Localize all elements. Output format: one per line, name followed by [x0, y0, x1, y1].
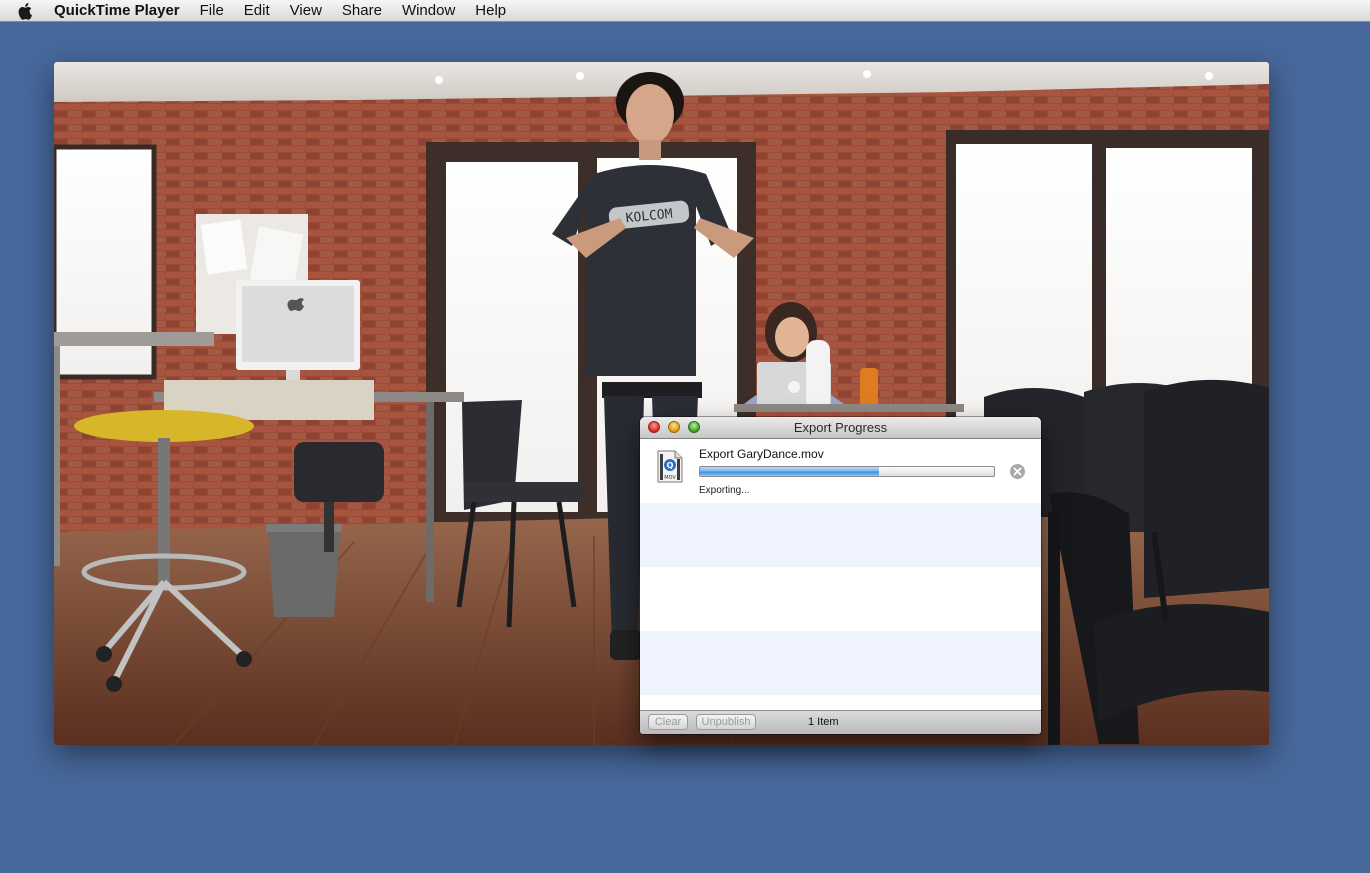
- list-item: Q MOV Export GaryDance.mov Exporting...: [640, 439, 1041, 503]
- stop-export-button[interactable]: [1010, 464, 1025, 479]
- item-count-label: 1 Item: [808, 716, 839, 728]
- list-empty-row: [640, 567, 1041, 631]
- list-empty-row: [640, 631, 1041, 695]
- export-window-footer: Clear Unpublish 1 Item: [640, 710, 1041, 734]
- mov-file-icon: Q MOV: [657, 450, 683, 483]
- unpublish-button[interactable]: Unpublish: [696, 714, 756, 730]
- export-window-titlebar[interactable]: Export Progress: [640, 417, 1041, 439]
- menu-window[interactable]: Window: [392, 0, 465, 22]
- svg-text:Q: Q: [667, 461, 674, 470]
- menu-share[interactable]: Share: [332, 0, 392, 22]
- menu-bar: QuickTime Player File Edit View Share Wi…: [0, 0, 1370, 22]
- menu-edit[interactable]: Edit: [234, 0, 280, 22]
- export-status-text: Exporting...: [699, 485, 750, 496]
- export-list: Q MOV Export GaryDance.mov Exporting...: [640, 439, 1041, 710]
- menu-app-name[interactable]: QuickTime Player: [54, 0, 190, 22]
- export-item-title: Export GaryDance.mov: [699, 447, 824, 461]
- list-empty-row: [640, 503, 1041, 567]
- svg-text:MOV: MOV: [664, 475, 676, 481]
- menu-file[interactable]: File: [190, 0, 234, 22]
- close-icon: [1013, 467, 1022, 476]
- export-progress-fill: [700, 467, 880, 476]
- window-title: Export Progress: [793, 420, 888, 435]
- clear-button[interactable]: Clear: [648, 714, 688, 730]
- menu-help[interactable]: Help: [465, 0, 516, 22]
- export-progress-bar: [699, 466, 995, 477]
- apple-menu-icon[interactable]: [18, 2, 38, 20]
- menu-view[interactable]: View: [280, 0, 332, 22]
- export-progress-window: Export Progress Q MOV Export GaryDance.m…: [640, 417, 1041, 734]
